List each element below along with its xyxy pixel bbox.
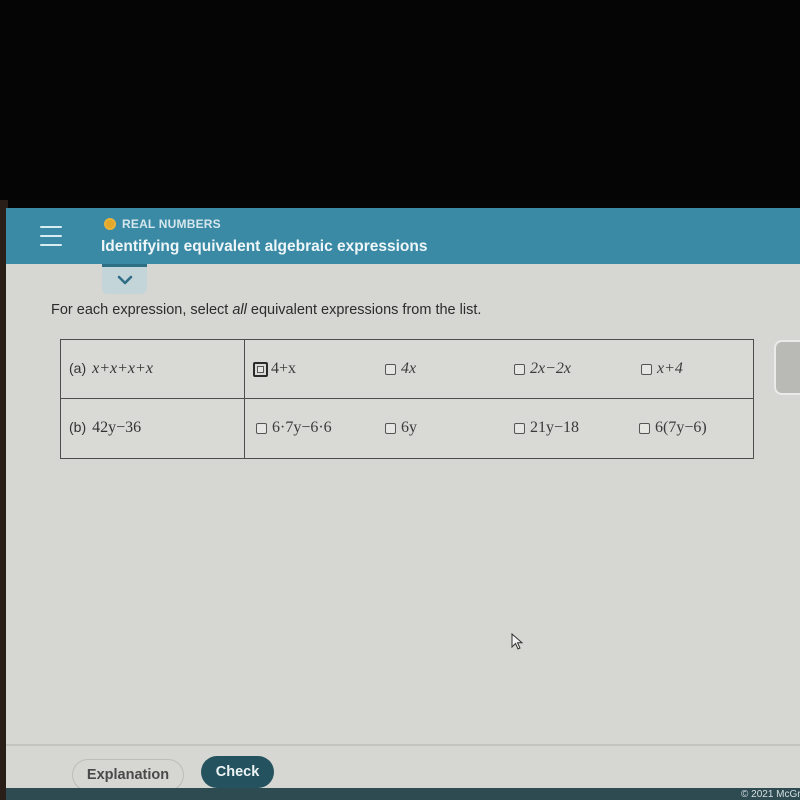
footer-bar: [6, 788, 800, 800]
option-checkbox[interactable]: 21y−18: [514, 419, 579, 437]
table-row: (b) 42y−36 6·7y−6·6 6y 21y−18 6(7y−6): [61, 399, 753, 458]
option-checkbox[interactable]: 6y: [385, 419, 417, 437]
option-text: 2x−2x: [530, 360, 571, 377]
options-cell: 6·7y−6·6 6y 21y−18 6(7y−6): [245, 399, 753, 458]
option-checkbox[interactable]: 6·7y−6·6: [256, 419, 332, 437]
option-text: 21y−18: [530, 419, 580, 436]
option-checkbox[interactable]: 4+x: [253, 360, 296, 378]
page-title: Identifying equivalent algebraic express…: [101, 238, 428, 255]
status-dot-icon: [104, 218, 116, 230]
option-checkbox[interactable]: x+4: [641, 360, 683, 378]
topic-label: REAL NUMBERS: [122, 217, 221, 231]
option-text: 4x: [401, 360, 417, 377]
expression-cell: (b) 42y−36: [61, 399, 245, 458]
option-text: 4+x: [271, 360, 297, 377]
option-checkbox[interactable]: 2x−2x: [514, 360, 571, 378]
expression-label: (a) x+x+x+x: [69, 360, 153, 378]
option-checkbox[interactable]: 6(7y−6): [639, 419, 707, 437]
expression: x+x+x+x: [92, 360, 153, 377]
mouse-pointer-icon: [511, 633, 524, 650]
side-tool-button[interactable]: [774, 340, 800, 395]
question-letter: (a): [69, 360, 87, 376]
checkbox-icon[interactable]: [641, 363, 652, 375]
footer-divider: [6, 744, 800, 746]
instructions: For each expression, select all equivale…: [51, 302, 481, 318]
topic-row: REAL NUMBERS: [104, 217, 221, 231]
explanation-button[interactable]: Explanation: [72, 759, 184, 791]
checkbox-icon[interactable]: [639, 422, 650, 434]
expression: 42y−36: [92, 419, 142, 436]
option-checkbox[interactable]: 4x: [385, 360, 416, 378]
option-text: x+4: [657, 360, 683, 377]
expression-cell: (a) x+x+x+x: [61, 340, 245, 398]
collapse-toggle-button[interactable]: [102, 264, 147, 294]
hamburger-icon[interactable]: [40, 226, 62, 246]
question-letter: (b): [69, 419, 87, 435]
expression-label: (b) 42y−36: [69, 419, 141, 437]
checkbox-icon[interactable]: [385, 422, 396, 434]
option-text: 6·7y−6·6: [272, 419, 332, 436]
checkbox-icon[interactable]: [385, 363, 396, 375]
checkbox-icon[interactable]: [514, 363, 525, 375]
question-table: (a) x+x+x+x 4+x 4x 2x−2x x+4 (b) 42y−36 …: [60, 339, 754, 459]
copyright-text: © 2021 McGr: [741, 789, 800, 800]
option-text: 6(7y−6): [655, 419, 707, 436]
app-screen: REAL NUMBERS Identifying equivalent alge…: [6, 208, 800, 800]
table-row: (a) x+x+x+x 4+x 4x 2x−2x x+4: [61, 340, 753, 399]
option-text: 6y: [401, 419, 417, 436]
chevron-down-icon: [117, 275, 132, 285]
header-bar: REAL NUMBERS Identifying equivalent alge…: [6, 208, 800, 264]
instructions-text-end: equivalent expressions from the list.: [246, 302, 482, 318]
check-button[interactable]: Check: [201, 756, 274, 788]
checkbox-icon[interactable]: [253, 361, 268, 377]
options-cell: 4+x 4x 2x−2x x+4: [245, 340, 753, 398]
checkbox-icon[interactable]: [256, 422, 267, 434]
checkbox-icon[interactable]: [514, 422, 525, 434]
instructions-text: For each expression, select: [51, 302, 233, 318]
instructions-emphasis: all: [232, 302, 247, 318]
